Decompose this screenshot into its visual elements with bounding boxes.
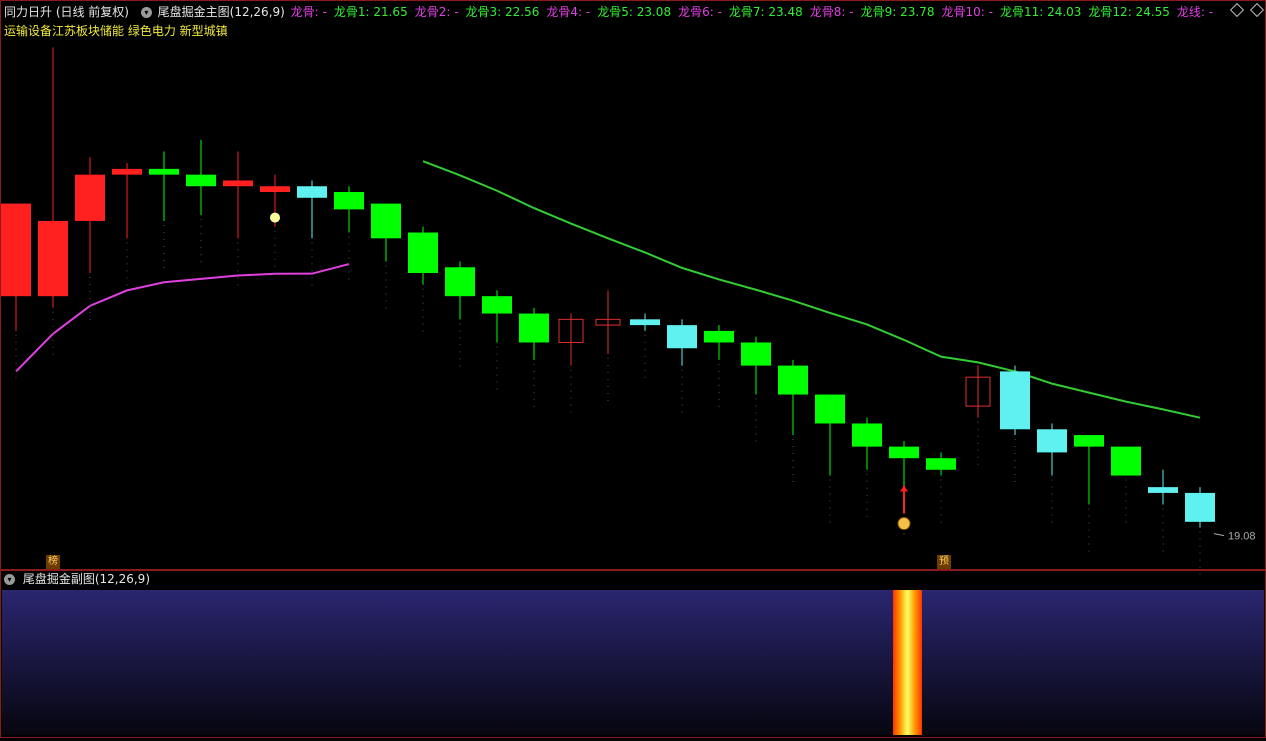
candle-body xyxy=(778,365,808,395)
low-pointer xyxy=(1213,533,1225,537)
chart-frame: 19.08 同力日升 (日线 前复权) ▾ 尾盘掘金主图(12,26,9) 龙骨… xyxy=(0,0,1266,741)
indicator-title[interactable]: 尾盘掘金主图(12,26,9) xyxy=(158,5,285,19)
param-4: 龙骨4: - xyxy=(546,5,591,19)
candle-body xyxy=(334,192,364,210)
signal-bar xyxy=(893,590,922,735)
param-6: 龙骨6: - xyxy=(678,5,722,19)
candle-body xyxy=(38,220,68,297)
candle-body xyxy=(926,458,956,470)
apple-icon xyxy=(270,212,280,223)
candle-body xyxy=(704,330,734,343)
param-9: 龙骨9: 23.78 xyxy=(860,5,935,19)
candle-body xyxy=(1,203,31,297)
candle-body xyxy=(445,267,475,297)
sub-panel-header: ▾ 尾盘掘金副图(12,26,9) xyxy=(4,571,150,587)
candle-body xyxy=(741,342,771,366)
candle-body xyxy=(889,446,919,459)
candle-body xyxy=(1037,429,1067,453)
candle-body xyxy=(186,174,216,187)
stock-title: 同力日升 (日线 前复权) xyxy=(4,5,129,19)
param-11: 龙骨11: 24.03 xyxy=(999,5,1082,19)
low-price-label: 19.08 xyxy=(1228,531,1256,543)
candle-body xyxy=(149,168,179,175)
candle-body xyxy=(1185,492,1215,522)
param-0: 龙骨: - xyxy=(290,5,327,19)
sub-panel-title[interactable]: 尾盘掘金副图(12,26,9) xyxy=(23,572,150,586)
param-8: 龙骨8: - xyxy=(809,5,854,19)
param-12: 龙骨12: 24.55 xyxy=(1088,5,1170,19)
param-7: 龙骨7: 23.48 xyxy=(728,5,803,19)
header-bar: 同力日升 (日线 前复权) ▾ 尾盘掘金主图(12,26,9) 龙骨: - 龙骨1… xyxy=(4,3,1222,21)
indicator-params: 龙骨: - 龙骨1: 21.65 龙骨2: - 龙骨3: 22.56 龙骨4: - 龙骨5… xyxy=(291,5,1220,19)
yu-marker: 预 xyxy=(937,555,951,569)
chevron-down-icon[interactable]: ▾ xyxy=(4,574,15,585)
param-5: 龙骨5: 23.08 xyxy=(597,5,672,19)
signal-arrow-head xyxy=(900,485,908,492)
candle-body xyxy=(1111,446,1141,476)
candlestick-chart: 19.08 xyxy=(0,0,1266,738)
param-1: 龙骨1: 21.65 xyxy=(333,5,408,19)
candle-body xyxy=(630,319,660,326)
candle-body xyxy=(371,203,401,239)
candle-body xyxy=(112,168,142,175)
candle-body xyxy=(223,180,253,187)
sub-panel-fill xyxy=(2,590,1264,735)
coin-icon xyxy=(897,517,911,531)
candle-body xyxy=(408,232,438,274)
main-panel-border xyxy=(0,0,1266,570)
candle-body xyxy=(815,394,845,424)
candle-body xyxy=(75,174,105,221)
candle-body xyxy=(260,186,290,193)
ma-green-line xyxy=(422,160,1201,419)
chevron-down-icon[interactable]: ▾ xyxy=(140,7,152,18)
param-13: 龙线: - xyxy=(1176,5,1214,19)
candle-body xyxy=(519,313,549,343)
candle-body xyxy=(482,296,512,314)
candle-body xyxy=(297,186,327,198)
param-2: 龙骨2: - xyxy=(414,5,459,19)
sector-tags: 运输设备江苏板块储能 绿色电力 新型城镇 xyxy=(4,24,228,38)
candle-body xyxy=(1000,371,1030,430)
param-10: 龙骨10: - xyxy=(941,5,993,19)
candle-body xyxy=(852,423,882,447)
bang-marker: 榜 xyxy=(46,555,60,569)
candle-body xyxy=(1074,435,1104,447)
candle-body xyxy=(1148,487,1178,493)
param-3: 龙骨3: 22.56 xyxy=(465,5,540,19)
candle-body xyxy=(667,325,697,349)
